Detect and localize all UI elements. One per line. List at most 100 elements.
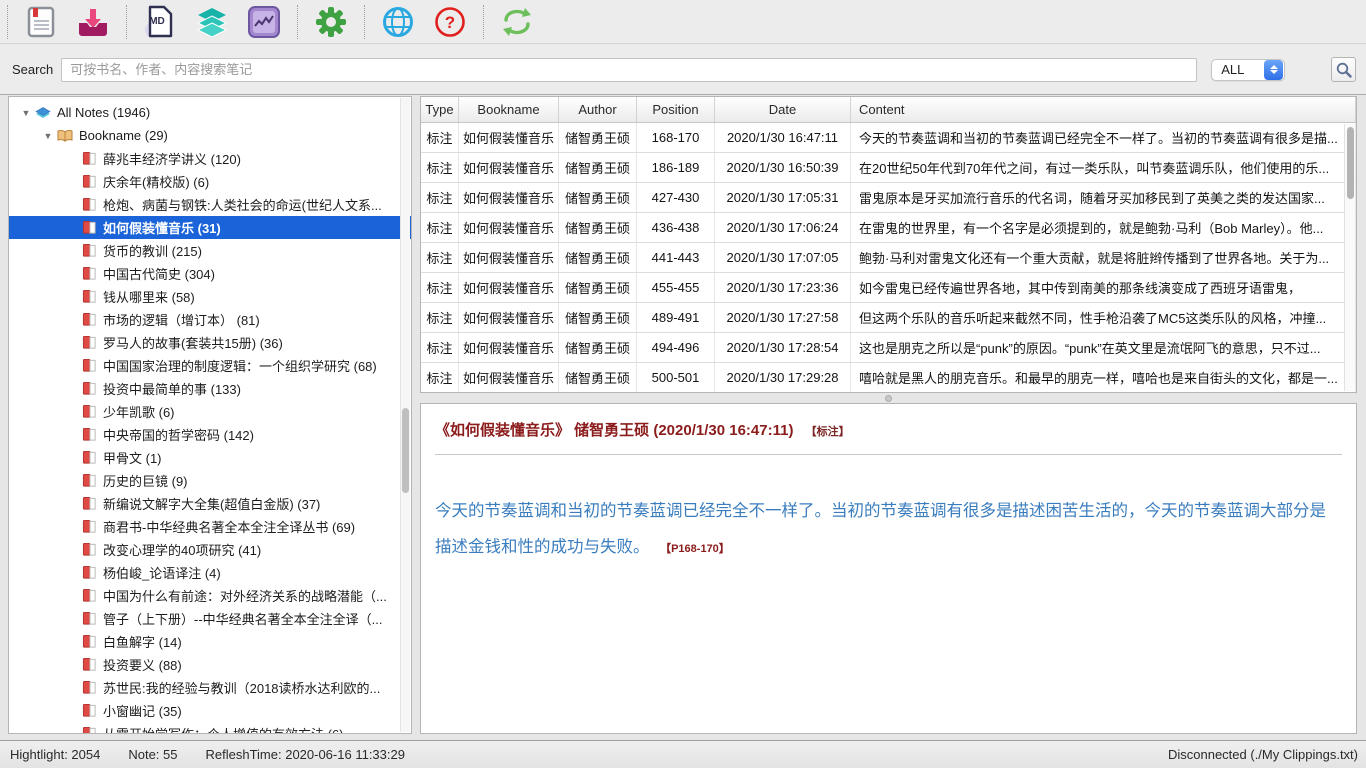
- book-label: 钱从哪里来 (58): [103, 287, 195, 306]
- sidebar-book-item[interactable]: 货币的教训 (215): [9, 239, 411, 262]
- import-clippings-button[interactable]: [75, 4, 111, 40]
- note-detail-content: 今天的节奏蓝调和当初的节奏蓝调已经完全不一样了。当初的节奏蓝调有很多是描述困苦生…: [435, 493, 1340, 566]
- sidebar-book-item[interactable]: 管子（上下册）--中华经典名著全本全注全译（...: [9, 607, 411, 630]
- sidebar-book-item[interactable]: 商君书-中华经典名著全本全注全译丛书 (69): [9, 515, 411, 538]
- column-header-bookname[interactable]: Bookname: [459, 97, 559, 122]
- column-header-type[interactable]: Type: [421, 97, 459, 122]
- sidebar-book-item[interactable]: 历史的巨镜 (9): [9, 469, 411, 492]
- table-cell: 在20世纪50年代到70年代之间，有过一类乐队，叫节奏蓝调乐队，他们使用的乐..…: [851, 153, 1356, 182]
- book-icon: [79, 335, 99, 350]
- sidebar-book-item[interactable]: 白鱼解字 (14): [9, 630, 411, 653]
- book-label: 投资要义 (88): [103, 655, 182, 674]
- sidebar-book-item[interactable]: 改变心理学的40项研究 (41): [9, 538, 411, 561]
- book-icon: [79, 542, 99, 557]
- book-label: 改变心理学的40项研究 (41): [103, 540, 261, 559]
- sidebar-book-item[interactable]: 中国国家治理的制度逻辑：一个组织学研究 (68): [9, 354, 411, 377]
- settings-button[interactable]: [313, 4, 349, 40]
- table-cell: 2020/1/30 17:05:31: [715, 183, 851, 212]
- sync-refresh-button[interactable]: [499, 4, 535, 40]
- table-scrollbar-thumb[interactable]: [1347, 127, 1354, 199]
- table-row[interactable]: 标注如何假装懂音乐储智勇王硕500-5012020/1/30 17:29:28嘻…: [421, 363, 1356, 393]
- disclosure-triangle-icon[interactable]: ▼: [41, 131, 55, 141]
- table-row[interactable]: 标注如何假装懂音乐储智勇王硕186-1892020/1/30 16:50:39在…: [421, 153, 1356, 183]
- table-cell: 2020/1/30 17:06:24: [715, 213, 851, 242]
- book-icon: [79, 404, 99, 419]
- table-row[interactable]: 标注如何假装懂音乐储智勇王硕489-4912020/1/30 17:27:58但…: [421, 303, 1356, 333]
- table-cell: 嘻哈就是黑人的朋克音乐。和最早的朋克一样，嘻哈也是来自街头的文化，都是一...: [851, 363, 1356, 392]
- book-icon: [79, 197, 99, 212]
- note-detail-title: 《如何假装懂音乐》 储智勇王硕 (2020/1/30 16:47:11) 【标注…: [435, 419, 1342, 440]
- book-tree: ▼ All Notes (1946) ▼ Bookname (29): [9, 97, 411, 734]
- sidebar-book-item[interactable]: 钱从哪里来 (58): [9, 285, 411, 308]
- book-icon: [79, 657, 99, 672]
- book-label: 中央帝国的哲学密码 (142): [103, 425, 254, 444]
- notes-document-button[interactable]: [23, 4, 59, 40]
- sidebar-book-item[interactable]: 新编说文解字大全集(超值白金版) (37): [9, 492, 411, 515]
- table-row[interactable]: 标注如何假装懂音乐储智勇王硕441-4432020/1/30 17:07:05鲍…: [421, 243, 1356, 273]
- splitter-handle-icon[interactable]: [885, 395, 892, 402]
- sidebar-book-item[interactable]: 杨伯峻_论语译注 (4): [9, 561, 411, 584]
- table-cell: 标注: [421, 213, 459, 242]
- search-input[interactable]: [61, 58, 1197, 82]
- search-button[interactable]: [1331, 57, 1356, 82]
- sidebar-book-item[interactable]: 从零开始学写作：个人增值的有效方法 (6): [9, 722, 411, 734]
- sidebar-item-all-notes[interactable]: ▼ All Notes (1946): [9, 101, 411, 124]
- book-icon: [79, 174, 99, 189]
- table-row[interactable]: 标注如何假装懂音乐储智勇王硕168-1702020/1/30 16:47:11今…: [421, 123, 1356, 153]
- column-header-date[interactable]: Date: [715, 97, 851, 122]
- sidebar-book-item[interactable]: 庆余年(精校版) (6): [9, 170, 411, 193]
- question-mark-icon: ?: [434, 6, 466, 38]
- table-cell: 鲍勃·马利对雷鬼文化还有一个重大贡献，就是将脏辫传播到了世界各地。关于为...: [851, 243, 1356, 272]
- book-icon: [79, 680, 99, 695]
- sidebar-book-item[interactable]: 小窗幽记 (35): [9, 699, 411, 722]
- all-notes-icon: [33, 105, 53, 121]
- sidebar-book-item[interactable]: 枪炮、病菌与钢铁:人类社会的命运(世纪人文系...: [9, 193, 411, 216]
- table-row[interactable]: 标注如何假装懂音乐储智勇王硕427-4302020/1/30 17:05:31雷…: [421, 183, 1356, 213]
- book-icon: [79, 289, 99, 304]
- column-header-author[interactable]: Author: [559, 97, 637, 122]
- table-row[interactable]: 标注如何假装懂音乐储智勇王硕455-4552020/1/30 17:23:36如…: [421, 273, 1356, 303]
- table-scrollbar[interactable]: [1344, 124, 1355, 391]
- sidebar-book-item[interactable]: 薛兆丰经济学讲义 (120): [9, 147, 411, 170]
- sidebar-scrollbar-thumb[interactable]: [402, 408, 409, 493]
- layers-button[interactable]: [194, 4, 230, 40]
- book-icon: [79, 565, 99, 580]
- book-icon: [79, 358, 99, 373]
- sidebar-book-item[interactable]: 市场的逻辑（增订本） (81): [9, 308, 411, 331]
- sidebar-item-bookname-group[interactable]: ▼ Bookname (29): [9, 124, 411, 147]
- sidebar-book-item[interactable]: 甲骨文 (1): [9, 446, 411, 469]
- sidebar-book-item[interactable]: 中央帝国的哲学密码 (142): [9, 423, 411, 446]
- disclosure-triangle-icon[interactable]: ▼: [19, 108, 33, 118]
- gear-icon: [315, 6, 347, 38]
- sidebar-book-item[interactable]: 投资要义 (88): [9, 653, 411, 676]
- table-cell: 储智勇王硕: [559, 273, 637, 302]
- markdown-export-button[interactable]: MD: [142, 4, 178, 40]
- book-icon: [79, 450, 99, 465]
- table-row[interactable]: 标注如何假装懂音乐储智勇王硕436-4382020/1/30 17:06:24在…: [421, 213, 1356, 243]
- panel-splitter[interactable]: [420, 393, 1357, 403]
- statistics-button[interactable]: [246, 4, 282, 40]
- table-cell: 标注: [421, 153, 459, 182]
- sync-arrows-icon: [500, 7, 534, 37]
- website-button[interactable]: [380, 4, 416, 40]
- status-note-count: Note: 55: [128, 747, 177, 762]
- note-content-text: 今天的节奏蓝调和当初的节奏蓝调已经完全不一样了。当初的节奏蓝调有很多是描述困苦生…: [435, 502, 1326, 556]
- filter-dropdown[interactable]: ALL: [1211, 59, 1285, 81]
- sidebar-book-item[interactable]: 中国为什么有前途：对外经济关系的战略潜能（...: [9, 584, 411, 607]
- sidebar-book-item[interactable]: 少年凯歌 (6): [9, 400, 411, 423]
- table-cell: 储智勇王硕: [559, 333, 637, 362]
- sidebar-book-item[interactable]: 苏世民:我的经验与教训（2018读桥水达利欧的...: [9, 676, 411, 699]
- column-header-content[interactable]: Content: [851, 97, 1356, 122]
- sidebar-book-item[interactable]: 罗马人的故事(套装共15册) (36): [9, 331, 411, 354]
- table-cell: 2020/1/30 16:50:39: [715, 153, 851, 182]
- table-cell: 441-443: [637, 243, 715, 272]
- table-cell: 如何假装懂音乐: [459, 363, 559, 392]
- sidebar-scrollbar[interactable]: [400, 98, 410, 732]
- book-icon: [79, 634, 99, 649]
- help-button[interactable]: ?: [432, 4, 468, 40]
- sidebar-book-item[interactable]: 中国古代简史 (304): [9, 262, 411, 285]
- sidebar-book-item[interactable]: 投资中最简单的事 (133): [9, 377, 411, 400]
- sidebar-book-item[interactable]: 如何假装懂音乐 (31): [9, 216, 411, 239]
- column-header-position[interactable]: Position: [637, 97, 715, 122]
- table-row[interactable]: 标注如何假装懂音乐储智勇王硕494-4962020/1/30 17:28:54这…: [421, 333, 1356, 363]
